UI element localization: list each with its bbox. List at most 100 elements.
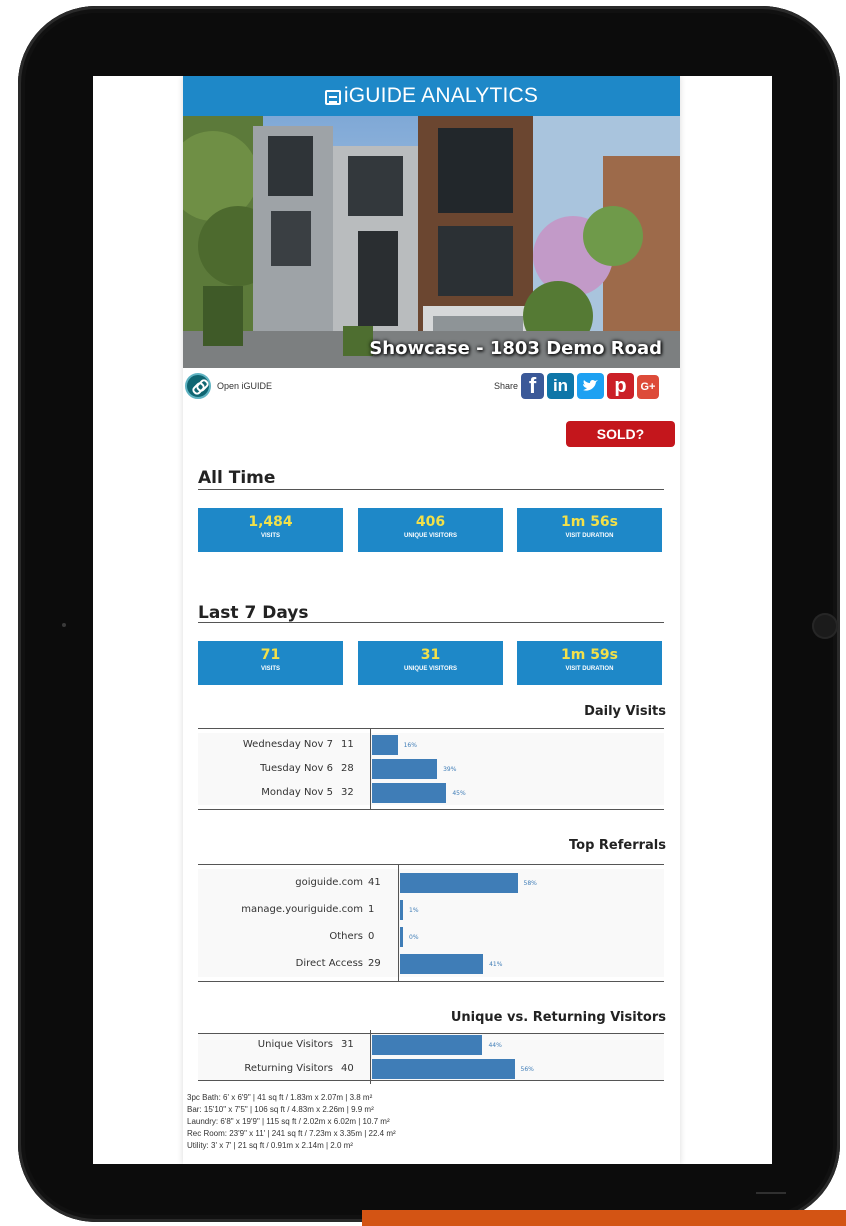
last-7-days-rule: [198, 622, 664, 623]
open-iguide-link-icon[interactable]: [185, 373, 211, 399]
daily-visits-title: Daily Visits: [584, 704, 666, 719]
all-time-duration-card: 1m 56s VISIT DURATION: [517, 508, 662, 552]
bar: [400, 900, 403, 920]
bar-value-label: 0: [368, 931, 375, 942]
bar-category-label: Monday Nov 5: [261, 787, 333, 798]
stat-value: 31: [420, 647, 441, 663]
app-title: iGUIDE ANALYTICS: [343, 84, 539, 107]
share-label: Share: [494, 381, 519, 391]
stat-label: VISITS: [260, 533, 280, 539]
stat-value: 406: [415, 514, 446, 530]
home-indicator: [756, 1192, 786, 1194]
room-line: Utility: 3' x 7' | 21 sq ft / 0.91m x 2.…: [187, 1141, 353, 1150]
app-header: iGUIDE ANALYTICS: [183, 76, 680, 116]
all-time-unique-card: 406 UNIQUE VISITORS: [358, 508, 503, 552]
bar: [400, 873, 518, 893]
week-unique-card: 31 UNIQUE VISITORS: [358, 641, 503, 685]
stat-label: UNIQUE VISITORS: [404, 666, 457, 672]
bar-value-label: 31: [341, 1039, 354, 1050]
linkedin-icon[interactable]: in: [547, 373, 574, 399]
camera-icon: [812, 613, 838, 639]
bar-value-label: 28: [341, 763, 354, 774]
tablet-frame: iGUIDE ANALYTICS Showcase - 1803 Demo Ro…: [18, 6, 840, 1222]
stat-label: VISIT DURATION: [565, 533, 614, 539]
sold-button[interactable]: SOLD?: [566, 421, 675, 447]
bar-row: Monday Nov 5 32 45%: [198, 783, 664, 803]
room-line: 3pc Bath: 6' x 6'9" | 41 sq ft / 1.83m x…: [187, 1093, 373, 1102]
listing-title[interactable]: Showcase - 1803 Demo Road: [369, 338, 662, 359]
analytics-email: iGUIDE ANALYTICS Showcase - 1803 Demo Ro…: [183, 76, 680, 1164]
bar: [400, 954, 484, 974]
bar-row: Others 0 0%: [198, 927, 664, 947]
action-row: Open iGUIDE Share f in p G+: [183, 368, 680, 404]
hero-image: Showcase - 1803 Demo Road: [183, 116, 680, 368]
bar-percent-label: 58%: [523, 880, 537, 887]
pinterest-icon[interactable]: p: [607, 373, 634, 399]
bar: [372, 1035, 483, 1055]
last-7-days-title: Last 7 Days: [198, 603, 309, 623]
facebook-icon[interactable]: f: [521, 373, 544, 399]
bar-row: Wednesday Nov 7 11 16%: [198, 735, 664, 755]
stat-label: UNIQUE VISITORS: [404, 533, 457, 539]
room-line: Rec Room: 23'9" x 11' | 241 sq ft / 7.23…: [187, 1129, 396, 1138]
bar-row: manage.youriguide.com 1 1%: [198, 900, 664, 920]
bar-category-label: Direct Access: [295, 958, 363, 969]
bar-percent-label: 44%: [488, 1042, 502, 1049]
bar-category-label: goiguide.com: [295, 877, 363, 888]
stat-label: VISIT DURATION: [565, 666, 614, 672]
stat-value: 1m 56s: [560, 514, 619, 530]
twitter-bird-icon: [583, 379, 598, 391]
bar-value-label: 1: [368, 904, 375, 915]
tablet-screen: iGUIDE ANALYTICS Showcase - 1803 Demo Ro…: [93, 76, 772, 1164]
stat-value: 1m 59s: [560, 647, 619, 663]
bar-value-label: 40: [341, 1063, 354, 1074]
open-iguide-link[interactable]: Open iGUIDE: [217, 381, 272, 391]
room-dimensions: 3pc Bath: 6' x 6'9" | 41 sq ft / 1.83m x…: [187, 1092, 396, 1152]
bar: [372, 759, 438, 779]
house-photo: [183, 116, 680, 368]
all-time-rule: [198, 489, 664, 490]
bar-category-label: Unique Visitors: [257, 1039, 333, 1050]
bar-value-label: 32: [341, 787, 354, 798]
iguide-logo-icon: [324, 89, 341, 105]
bottom-accent-bar: [362, 1210, 846, 1226]
top-referrals-title: Top Referrals: [569, 838, 666, 853]
twitter-icon[interactable]: [577, 373, 604, 399]
bar-percent-label: 56%: [520, 1066, 534, 1073]
bar-percent-label: 41%: [489, 961, 503, 968]
bar-category-label: Returning Visitors: [244, 1063, 333, 1074]
bar-percent-label: 45%: [452, 790, 466, 797]
bar-category-label: Tuesday Nov 6: [260, 763, 333, 774]
stat-label: VISITS: [260, 666, 280, 672]
bar: [372, 735, 398, 755]
week-duration-card: 1m 59s VISIT DURATION: [517, 641, 662, 685]
bar-category-label: Others: [329, 931, 363, 942]
week-visits-card: 71 VISITS: [198, 641, 343, 685]
bar-value-label: 41: [368, 877, 381, 888]
bar-row: goiguide.com 41 58%: [198, 873, 664, 893]
bar-row: Unique Visitors 31 44%: [198, 1035, 664, 1055]
unique-returning-chart: Unique Visitors 31 44% Returning Visitors 40…: [198, 1030, 664, 1084]
bar-value-label: 29: [368, 958, 381, 969]
bar-category-label: Wednesday Nov 7: [242, 739, 333, 750]
bar-row: Returning Visitors 40 56%: [198, 1059, 664, 1079]
bar-percent-label: 16%: [403, 742, 417, 749]
all-time-visits-card: 1,484 VISITS: [198, 508, 343, 552]
bar-category-label: manage.youriguide.com: [241, 904, 363, 915]
all-time-title: All Time: [198, 468, 276, 488]
google-plus-icon[interactable]: G+: [637, 375, 659, 399]
bar: [400, 927, 403, 947]
stat-value: 1,484: [248, 514, 293, 530]
stat-value: 71: [260, 647, 281, 663]
bar-percent-label: 1%: [409, 907, 419, 914]
bar-row: Tuesday Nov 6 28 39%: [198, 759, 664, 779]
bar-percent-label: 0%: [409, 934, 419, 941]
bar-value-label: 11: [341, 739, 354, 750]
room-line: Bar: 15'10" x 7'5" | 106 sq ft / 4.83m x…: [187, 1105, 374, 1114]
bar: [372, 1059, 515, 1079]
room-line: Laundry: 6'8" x 19'9" | 115 sq ft / 2.02…: [187, 1117, 390, 1126]
top-referrals-chart: goiguide.com 41 58% manage.youriguide.com 1 1…: [198, 864, 664, 982]
bar-percent-label: 39%: [443, 766, 457, 773]
bar: [372, 783, 447, 803]
daily-visits-chart: Wednesday Nov 7 11 16% Tuesday Nov 6 28 39% Mo…: [198, 728, 664, 810]
